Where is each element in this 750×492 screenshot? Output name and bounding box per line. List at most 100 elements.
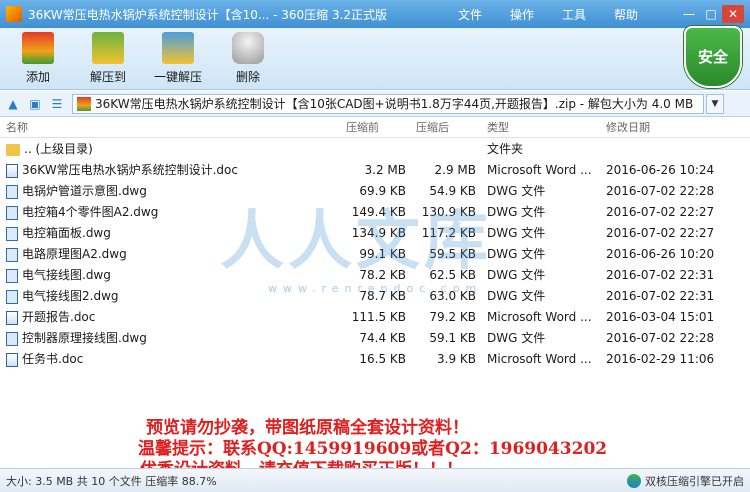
menu-file[interactable]: 文件 [444, 6, 496, 23]
dual-core-label: 双核压缩引擎已开启 [645, 474, 744, 488]
file-row[interactable]: 电气接线图2.dwg 78.7 KB 63.0 KB DWG 文件 2016-0… [0, 286, 750, 307]
column-packed[interactable]: 压缩后 [416, 118, 449, 138]
extract-to-button[interactable]: 解压到 [76, 32, 140, 85]
file-type: Microsoft Word ... [487, 163, 592, 177]
file-size: 134.9 KB [351, 226, 406, 240]
file-modified: 2016-07-02 22:27 [606, 205, 715, 219]
file-name: 电路原理图A2.dwg [22, 247, 127, 261]
path-dropdown-button[interactable]: ▼ [706, 93, 724, 114]
file-size: 149.4 KB [351, 205, 406, 219]
status-summary: 大小: 3.5 MB 共 10 个文件 压缩率 88.7% [6, 474, 217, 488]
file-list: .. (上级目录) 文件夹 36KW常压电热水锅炉系统控制设计.doc 3.2 … [0, 139, 750, 370]
dwg-file-icon [6, 205, 18, 220]
file-row[interactable]: 电控箱面板.dwg 134.9 KB 117.2 KB DWG 文件 2016-… [0, 223, 750, 244]
file-size: 78.7 KB [359, 289, 406, 303]
address-bar: ▲ ▣ ☰ 36KW常压电热水锅炉系统控制设计【含10张CAD图+说明书1.8万… [0, 91, 750, 117]
file-type: Microsoft Word ... [487, 310, 592, 324]
file-size: 74.4 KB [359, 331, 406, 345]
file-name: 电控箱4个零件图A2.dwg [22, 205, 159, 219]
file-packed-size: 79.2 KB [429, 310, 476, 324]
file-type: Microsoft Word ... [487, 352, 592, 366]
trash-can-icon [232, 32, 264, 64]
dwg-file-icon [6, 184, 18, 199]
file-name: .. (上级目录) [24, 142, 93, 156]
one-key-extract-button[interactable]: 一键解压 [146, 32, 210, 85]
dual-core-engine-icon [627, 473, 641, 488]
path-field[interactable]: 36KW常压电热水锅炉系统控制设计【含10张CAD图+说明书1.8万字44页,开… [72, 93, 704, 114]
file-row[interactable]: 开题报告.doc 111.5 KB 79.2 KB Microsoft Word… [0, 307, 750, 328]
close-button[interactable]: ✕ [722, 5, 744, 23]
file-row[interactable]: 36KW常压电热水锅炉系统控制设计.doc 3.2 MB 2.9 MB Micr… [0, 160, 750, 181]
dwg-file-icon [6, 226, 18, 241]
file-size: 99.1 KB [359, 247, 406, 261]
column-modified[interactable]: 修改日期 [606, 118, 650, 138]
file-row[interactable]: 电气接线图.dwg 78.2 KB 62.5 KB DWG 文件 2016-07… [0, 265, 750, 286]
onekey-label: 一键解压 [153, 70, 202, 84]
file-row[interactable]: 电路原理图A2.dwg 99.1 KB 59.5 KB DWG 文件 2016-… [0, 244, 750, 265]
dwg-file-icon [6, 331, 18, 346]
file-size: 16.5 KB [359, 352, 406, 366]
file-list-header: 名称 压缩前 压缩后 类型 修改日期 [0, 118, 750, 138]
window-title: 36KW常压电热水锅炉系统控制设计【含10... - 360压缩 3.2正式版 [28, 7, 388, 22]
file-modified: 2016-02-29 11:06 [606, 352, 715, 366]
add-button[interactable]: 添加 [6, 32, 70, 85]
dwg-file-icon [6, 289, 18, 304]
file-packed-size: 130.9 KB [421, 205, 476, 219]
dwg-file-icon [6, 247, 18, 262]
file-type: DWG 文件 [487, 289, 546, 303]
word-doc-icon [6, 352, 18, 367]
extract-label: 解压到 [89, 70, 126, 84]
menu-tools[interactable]: 工具 [548, 6, 600, 23]
file-packed-size: 2.9 MB [434, 163, 476, 177]
file-row[interactable]: 任务书.doc 16.5 KB 3.9 KB Microsoft Word ..… [0, 349, 750, 370]
menu-operate[interactable]: 操作 [496, 6, 548, 23]
file-name: 电控箱面板.dwg [22, 226, 111, 240]
file-type: DWG 文件 [487, 184, 546, 198]
view-list-icon[interactable]: ☰ [48, 95, 66, 113]
one-key-extract-icon [162, 32, 194, 64]
delete-button[interactable]: 删除 [216, 32, 280, 85]
file-size: 78.2 KB [359, 268, 406, 282]
file-name: 任务书.doc [22, 352, 84, 366]
view-mode-icon[interactable]: ▣ [26, 95, 44, 113]
file-size: 3.2 MB [364, 163, 406, 177]
extract-folder-icon [92, 32, 124, 64]
file-row[interactable]: 电控箱4个零件图A2.dwg 149.4 KB 130.9 KB DWG 文件 … [0, 202, 750, 223]
file-name: 电气接线图.dwg [22, 268, 111, 282]
file-modified: 2016-07-02 22:28 [606, 331, 715, 345]
zip-archive-icon [77, 96, 91, 111]
file-type: DWG 文件 [487, 226, 546, 240]
file-modified: 2016-07-02 22:31 [606, 268, 715, 282]
file-row-parent[interactable]: .. (上级目录) 文件夹 [0, 139, 750, 160]
file-packed-size: 117.2 KB [421, 226, 476, 240]
up-arrow-icon[interactable]: ▲ [4, 95, 22, 113]
title-bar: 36KW常压电热水锅炉系统控制设计【含10... - 360压缩 3.2正式版 … [0, 0, 750, 28]
status-bar: 大小: 3.5 MB 共 10 个文件 压缩率 88.7% 双核压缩引擎已开启 [0, 468, 750, 492]
column-name[interactable]: 名称 [6, 118, 28, 138]
file-name: 控制器原理接线图.dwg [22, 331, 147, 345]
minimize-button[interactable]: — [678, 5, 700, 23]
file-type: DWG 文件 [487, 205, 546, 219]
file-type: DWG 文件 [487, 268, 546, 282]
file-row[interactable]: 电锅炉管道示意图.dwg 69.9 KB 54.9 KB DWG 文件 2016… [0, 181, 750, 202]
dwg-file-icon [6, 268, 18, 283]
menu-help[interactable]: 帮助 [600, 6, 652, 23]
maximize-button[interactable]: □ [700, 5, 722, 23]
file-row[interactable]: 控制器原理接线图.dwg 74.4 KB 59.1 KB DWG 文件 2016… [0, 328, 750, 349]
notice-line-1: 预览请勿抄袭，带图纸原稿全套设计资料！ [146, 418, 469, 438]
file-type: DWG 文件 [487, 247, 546, 261]
file-modified: 2016-07-02 22:28 [606, 184, 715, 198]
dual-core-status[interactable]: 双核压缩引擎已开启 [627, 473, 744, 489]
notice-line-2: 温馨提示：联系QQ:1459919609或者Q2：1969043202 [138, 439, 608, 459]
security-shield-icon[interactable]: 安全 [684, 26, 742, 88]
word-doc-icon [6, 310, 18, 325]
column-type[interactable]: 类型 [487, 118, 509, 138]
file-name: 36KW常压电热水锅炉系统控制设计.doc [22, 163, 238, 177]
file-size: 69.9 KB [359, 184, 406, 198]
window-controls: — □ ✕ [678, 5, 744, 23]
folder-icon [6, 143, 20, 156]
file-modified: 2016-06-26 10:24 [606, 163, 715, 177]
file-modified: 2016-07-02 22:31 [606, 289, 715, 303]
file-name: 电锅炉管道示意图.dwg [22, 184, 147, 198]
column-size[interactable]: 压缩前 [346, 118, 379, 138]
